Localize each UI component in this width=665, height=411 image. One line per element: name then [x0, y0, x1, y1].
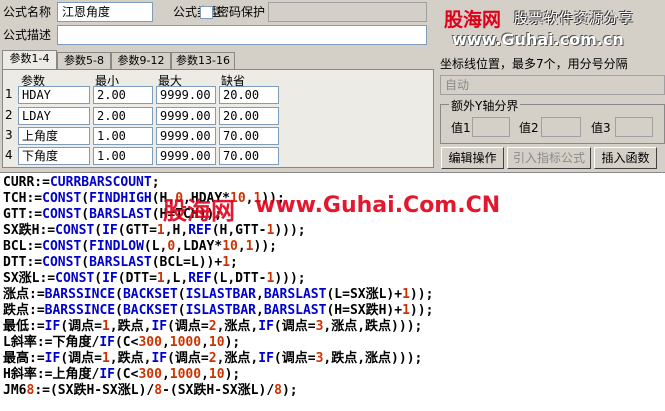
param-max-field[interactable]: 9999.00 — [156, 127, 216, 145]
y-value2-input[interactable] — [541, 117, 581, 137]
code-editor[interactable]: CURR:=CURRBARSCOUNT; TCH:=CONST(FINDHIGH… — [0, 172, 665, 411]
param-default-field[interactable]: 70.00 — [219, 127, 279, 145]
y-value3-label: 值3 — [591, 121, 611, 135]
y-value1-label: 值1 — [451, 121, 471, 135]
param-default-field[interactable]: 20.00 — [219, 86, 279, 104]
param-row-number: 3 — [5, 128, 13, 142]
code-line: H斜率:=上角度/IF(C<300,1000,10); — [3, 367, 241, 382]
password-label: 密码保护 — [217, 5, 266, 19]
param-default-field[interactable]: 70.00 — [219, 147, 279, 165]
formula-name-input[interactable]: 江恩角度 — [57, 2, 153, 22]
param-row-number: 2 — [5, 108, 13, 122]
code-line: DTT:=CONST(BARSLAST(BCL=L))+1; — [3, 255, 238, 270]
param-max-field[interactable]: 9999.00 — [156, 86, 216, 104]
code-line: SX涨L:=CONST(IF(DTT=1,L,REF(L,DTT-1))); — [3, 271, 306, 286]
param-default-field[interactable]: 20.00 — [219, 107, 279, 125]
params-panel: 参数 最小 最大 缺省 1 HDAY 2.00 9999.00 20.00 2 … — [2, 69, 434, 168]
watermark-logo: 股海网 — [163, 197, 235, 225]
param-min-field[interactable]: 2.00 — [93, 107, 153, 125]
param-min-field[interactable]: 1.00 — [93, 127, 153, 145]
tab-params-9-12[interactable]: 参数9-12 — [111, 52, 171, 69]
import-indicator-button[interactable]: 引入指标公式 — [507, 147, 591, 169]
tab-params-13-16[interactable]: 参数13-16 — [171, 52, 235, 69]
y-value2-label: 值2 — [519, 121, 539, 135]
password-label-prefix: 公式类型 — [173, 5, 222, 19]
code-line: SX跌H:=CONST(IF(GTT=1,H,REF(H,GTT-1))); — [3, 223, 306, 238]
code-line: 跌点:=BARSSINCE(BACKSET(ISLASTBAR,BARSLAST… — [3, 303, 434, 318]
code-line: BCL:=CONST(FINDLOW(L,0,LDAY*10,1)); — [3, 239, 277, 254]
edit-operation-button[interactable]: 编辑操作 — [441, 147, 504, 169]
formula-desc-label: 公式描述 — [3, 28, 52, 42]
password-checkbox[interactable] — [200, 6, 213, 19]
formula-name-label: 公式名称 — [3, 5, 52, 19]
param-name-field[interactable]: 下角度 — [18, 147, 90, 165]
param-min-field[interactable]: 2.00 — [93, 86, 153, 104]
param-name-field[interactable]: 上角度 — [18, 127, 90, 145]
y-value3-input[interactable] — [615, 117, 653, 137]
code-line: CURR:=CURRBARSCOUNT; — [3, 175, 160, 190]
code-line: JM68:=(SX跌H-SX涨L)/8-(SX跌H-SX涨L)/8); — [3, 383, 298, 398]
formula-desc-input[interactable] — [57, 25, 427, 45]
param-name-field[interactable]: LDAY — [18, 107, 90, 125]
banner-logo: 股海网 — [444, 9, 502, 31]
param-name-field[interactable]: HDAY — [18, 86, 90, 104]
y-axis-group-label: 额外Y轴分界 — [449, 97, 521, 114]
param-max-field[interactable]: 9999.00 — [156, 147, 216, 165]
tab-params-5-8[interactable]: 参数5-8 — [57, 52, 111, 69]
tab-params-1-4[interactable]: 参数1-4 — [2, 50, 57, 70]
password-input[interactable] — [268, 2, 427, 22]
code-line: L斜率:=下角度/IF(C<300,1000,10); — [3, 335, 241, 350]
banner-slogan: 股票软件资源分享 — [514, 11, 634, 27]
code-line: 最低:=IF(调点=1,跌点,IF(调点=2,涨点,IF(调点=3,涨点,跌点)… — [3, 319, 423, 334]
code-line: 涨点:=BARSSINCE(BACKSET(ISLASTBAR,BARSLAST… — [3, 287, 434, 302]
y-value1-input[interactable] — [472, 117, 510, 137]
banner-url: www.Guhai.com.cn — [452, 30, 624, 49]
code-line: 最高:=IF(调点=1,跌点,IF(调点=2,涨点,IF(调点=3,跌点,涨点)… — [3, 351, 423, 366]
param-max-field[interactable]: 9999.00 — [156, 107, 216, 125]
param-min-field[interactable]: 1.00 — [93, 147, 153, 165]
param-row-number: 1 — [5, 87, 13, 101]
insert-function-button[interactable]: 插入函数 — [594, 147, 657, 169]
watermark-url: www.Guhai.Com.CN — [255, 193, 501, 218]
banner: 股海网 股票软件资源分享 www.Guhai.com.cn — [434, 0, 665, 50]
axis-position-label: 坐标线位置，最多7个，用分号分隔 — [440, 57, 628, 71]
code-line: TCH:=CONST(FINDHIGH(H,0,HDAY*10,1)); — [3, 191, 285, 206]
axis-position-input[interactable]: 自动 — [440, 75, 665, 95]
y-axis-group: 额外Y轴分界 值1 值2 值3 — [440, 97, 665, 144]
param-row-number: 4 — [5, 148, 13, 162]
